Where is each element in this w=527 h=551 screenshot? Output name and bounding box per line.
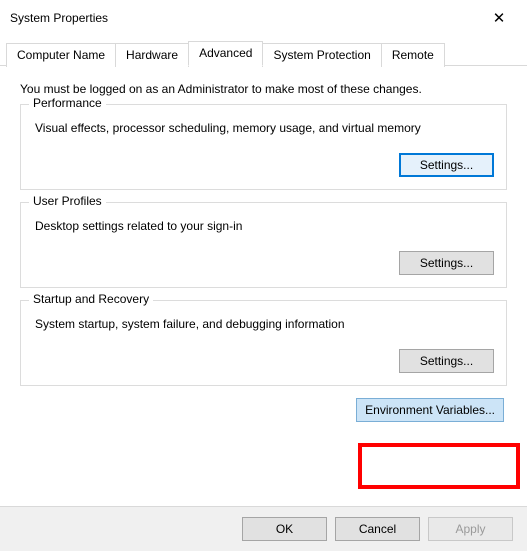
annotation-highlight — [358, 443, 520, 489]
ok-button[interactable]: OK — [242, 517, 327, 541]
tab-advanced[interactable]: Advanced — [188, 41, 263, 66]
tab-computer-name[interactable]: Computer Name — [6, 43, 116, 67]
tab-remote[interactable]: Remote — [381, 43, 445, 67]
legend-user-profiles: User Profiles — [29, 194, 106, 208]
performance-settings-button[interactable]: Settings... — [399, 153, 494, 177]
legend-startup-recovery: Startup and Recovery — [29, 292, 153, 306]
startup-recovery-settings-button[interactable]: Settings... — [399, 349, 494, 373]
dialog-footer: OK Cancel Apply — [0, 506, 527, 551]
tab-strip: Computer Name Hardware Advanced System P… — [0, 40, 527, 66]
user-profiles-desc: Desktop settings related to your sign-in — [35, 219, 494, 233]
apply-button[interactable]: Apply — [428, 517, 513, 541]
user-profiles-settings-button[interactable]: Settings... — [399, 251, 494, 275]
startup-recovery-desc: System startup, system failure, and debu… — [35, 317, 494, 331]
groupbox-user-profiles: User Profiles Desktop settings related t… — [20, 202, 507, 288]
title-bar: System Properties ✕ — [0, 0, 527, 36]
close-button[interactable]: ✕ — [479, 6, 519, 30]
intro-text: You must be logged on as an Administrato… — [20, 82, 507, 96]
tab-hardware[interactable]: Hardware — [115, 43, 189, 67]
groupbox-performance: Performance Visual effects, processor sc… — [20, 104, 507, 190]
performance-desc: Visual effects, processor scheduling, me… — [35, 121, 494, 135]
window-title: System Properties — [10, 11, 108, 25]
tab-system-protection[interactable]: System Protection — [262, 43, 381, 67]
tab-content-advanced: You must be logged on as an Administrato… — [0, 66, 527, 434]
cancel-button[interactable]: Cancel — [335, 517, 420, 541]
legend-performance: Performance — [29, 96, 106, 110]
groupbox-startup-recovery: Startup and Recovery System startup, sys… — [20, 300, 507, 386]
environment-variables-button[interactable]: Environment Variables... — [356, 398, 504, 422]
close-icon: ✕ — [493, 11, 506, 26]
